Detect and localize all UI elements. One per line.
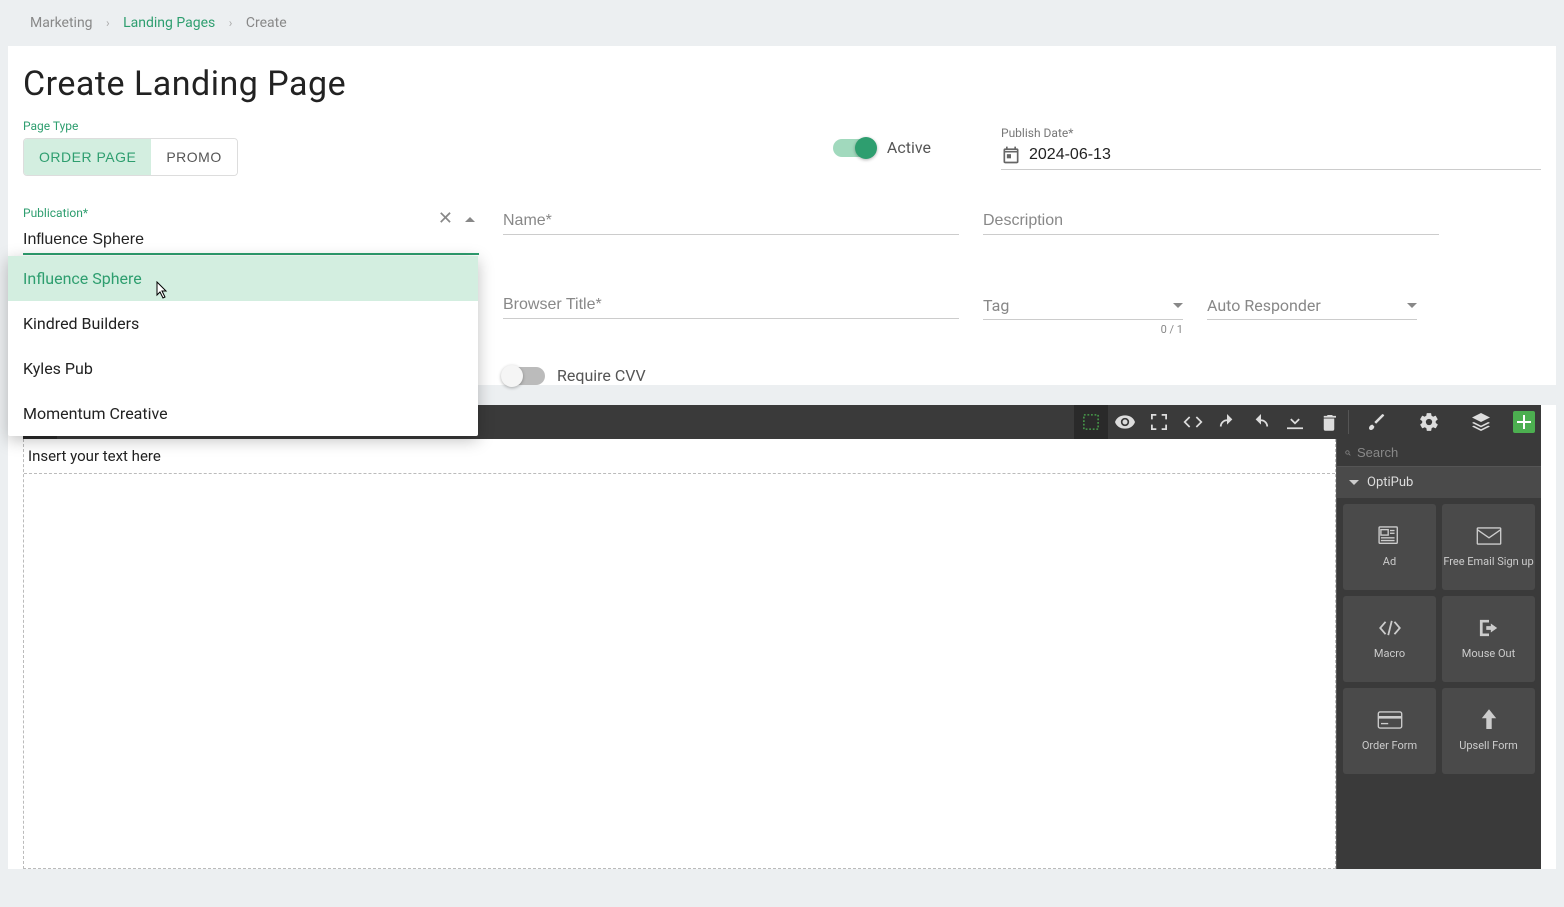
components-panel: OptiPub Ad Free Email Sign up: [1336, 439, 1541, 869]
tile-label: Order Form: [1362, 739, 1417, 752]
breadcrumb-l1: Marketing: [30, 15, 93, 31]
name-input[interactable]: [503, 206, 959, 235]
tile-label: Free Email Sign up: [1443, 555, 1533, 568]
section-label: OptiPub: [1367, 475, 1413, 490]
dropdown-option[interactable]: Kindred Builders: [8, 301, 478, 346]
breadcrumb-l2-link[interactable]: Landing Pages: [123, 15, 215, 31]
active-toggle[interactable]: [833, 139, 875, 157]
envelope-icon: [1476, 525, 1502, 547]
component-search-input[interactable]: [1357, 445, 1533, 460]
publication-label: Publication*: [23, 206, 479, 220]
clear-icon[interactable]: ✕: [438, 210, 453, 228]
credit-card-icon: [1377, 709, 1403, 731]
add-button[interactable]: [1513, 411, 1535, 433]
auto-responder-placeholder: Auto Responder: [1207, 296, 1321, 315]
page-type-segmented: ORDER PAGE PROMO: [23, 138, 238, 176]
chevron-down-icon: [1349, 480, 1359, 485]
download-button[interactable]: [1278, 405, 1312, 439]
brush-button[interactable]: [1351, 405, 1403, 439]
tile-label: Ad: [1383, 555, 1396, 568]
publication-dropdown: Influence Sphere Kindred Builders Kyles …: [8, 256, 478, 436]
ad-tile[interactable]: Ad: [1343, 504, 1436, 590]
tile-label: Upsell Form: [1459, 739, 1518, 752]
macro-tile[interactable]: Macro: [1343, 596, 1436, 682]
publish-date-label: Publish Date*: [1001, 126, 1541, 140]
dropdown-option[interactable]: Kyles Pub: [8, 346, 478, 391]
outline-button[interactable]: [1074, 405, 1108, 439]
arrow-up-icon: [1480, 709, 1498, 731]
breadcrumb: Marketing › Landing Pages › Create: [0, 0, 1564, 46]
tag-select[interactable]: Tag: [983, 290, 1183, 320]
search-icon: [1345, 446, 1351, 460]
tile-label: Mouse Out: [1462, 647, 1515, 660]
layers-button[interactable]: [1455, 405, 1507, 439]
chevron-down-icon: [1407, 303, 1417, 308]
browser-title-input[interactable]: [503, 290, 959, 319]
editor-placeholder-text[interactable]: Insert your text here: [24, 439, 1335, 474]
breadcrumb-sep: ›: [106, 16, 110, 30]
require-cvv-label: Require CVV: [557, 366, 646, 385]
dropdown-option[interactable]: Momentum Creative: [8, 391, 478, 436]
dropdown-option[interactable]: Influence Sphere: [8, 256, 478, 301]
mouse-out-tile[interactable]: Mouse Out: [1442, 596, 1535, 682]
email-signup-tile[interactable]: Free Email Sign up: [1442, 504, 1535, 590]
auto-responder-select[interactable]: Auto Responder: [1207, 290, 1417, 320]
newspaper-icon: [1378, 525, 1402, 547]
breadcrumb-sep: ›: [229, 16, 233, 30]
code-button[interactable]: [1176, 405, 1210, 439]
delete-button[interactable]: [1312, 405, 1346, 439]
editor-canvas[interactable]: Insert your text here: [23, 439, 1336, 869]
upsell-form-tile[interactable]: Upsell Form: [1442, 688, 1535, 774]
fullscreen-button[interactable]: [1142, 405, 1176, 439]
page-type-label: Page Type: [23, 119, 238, 133]
undo-button[interactable]: [1210, 405, 1244, 439]
chevron-up-icon[interactable]: [465, 217, 475, 222]
order-form-tile[interactable]: Order Form: [1343, 688, 1436, 774]
page-title: Create Landing Page: [23, 64, 1541, 104]
description-input[interactable]: [983, 206, 1439, 235]
tag-counter: 0 / 1: [983, 323, 1183, 336]
active-label: Active: [887, 138, 931, 157]
code-icon: [1378, 617, 1402, 639]
component-section[interactable]: OptiPub: [1337, 467, 1541, 498]
preview-button[interactable]: [1108, 405, 1142, 439]
chevron-down-icon: [1173, 303, 1183, 308]
settings-button[interactable]: [1403, 405, 1455, 439]
order-page-button[interactable]: ORDER PAGE: [24, 139, 151, 175]
promo-button[interactable]: PROMO: [151, 139, 236, 175]
tag-placeholder: Tag: [983, 296, 1009, 315]
require-cvv-toggle[interactable]: [503, 367, 545, 385]
tile-label: Macro: [1374, 647, 1405, 660]
calendar-icon[interactable]: [1001, 145, 1021, 165]
publish-date-input[interactable]: [1029, 146, 1541, 164]
publication-input[interactable]: [23, 225, 479, 255]
redo-button[interactable]: [1244, 405, 1278, 439]
breadcrumb-l3: Create: [246, 15, 287, 31]
exit-icon: [1478, 617, 1500, 639]
